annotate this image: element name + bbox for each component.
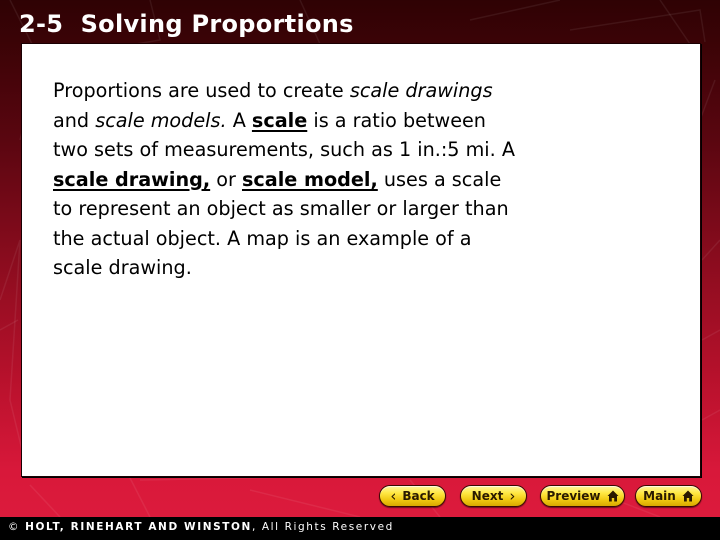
text-segment: is a ratio between xyxy=(307,108,486,132)
text-segment: two sets of measurements, such as 1 in.:… xyxy=(53,138,515,161)
text-segment: to represent an object as smaller or lar… xyxy=(53,197,509,220)
body-line: and scale models. A scale is a ratio bet… xyxy=(53,106,653,136)
italic-phrase: scale models. xyxy=(95,108,227,132)
body-line: Proportions are used to create scale dra… xyxy=(53,76,653,106)
chevron-right-icon: › xyxy=(509,486,516,505)
body-line: to represent an object as smaller or lar… xyxy=(53,194,653,224)
text-segment: A xyxy=(226,108,252,132)
body-paragraph: Proportions are used to create scale dra… xyxy=(53,76,653,283)
text-segment: scale drawing. xyxy=(53,256,192,279)
body-line: the actual object. A map is an example o… xyxy=(53,224,653,254)
text-segment: the actual object. A map is an example o… xyxy=(53,226,472,250)
body-line: scale drawing. xyxy=(53,253,653,283)
chevron-left-icon: ‹ xyxy=(390,486,397,505)
footer-bar: © HOLT, RINEHART AND WINSTON, All Rights… xyxy=(0,517,720,540)
house-icon xyxy=(607,490,618,502)
publisher-name: HOLT, RINEHART AND WINSTON xyxy=(25,521,252,533)
next-button-label: Next xyxy=(471,489,504,503)
text-segment: or xyxy=(210,167,242,191)
vocabulary-term: scale drawing, xyxy=(53,167,211,191)
main-button-label: Main xyxy=(643,489,676,503)
preview-button[interactable]: Preview xyxy=(540,485,625,507)
body-line: two sets of measurements, such as 1 in.:… xyxy=(53,135,653,165)
vocabulary-term: scale xyxy=(251,108,308,132)
vocabulary-term: scale model, xyxy=(241,167,378,191)
back-button-label: Back xyxy=(402,489,435,503)
next-button[interactable]: Next › xyxy=(460,485,527,507)
preview-button-label: Preview xyxy=(546,489,601,503)
copyright-notice: © HOLT, RINEHART AND WINSTON, All Rights… xyxy=(8,521,394,533)
house-icon xyxy=(682,490,694,502)
rights-text: , All Rights Reserved xyxy=(251,521,394,533)
text-segment: uses a scale xyxy=(377,167,502,191)
body-line: scale drawing, or scale model, uses a sc… xyxy=(53,165,653,195)
slide-title: 2-5 Solving Proportions xyxy=(19,10,354,38)
text-segment: Proportions are used to create xyxy=(53,79,350,102)
italic-phrase: scale drawings xyxy=(349,79,493,102)
copyright-symbol: © xyxy=(8,521,21,533)
main-button[interactable]: Main xyxy=(635,485,702,507)
text-segment: and xyxy=(53,108,96,132)
back-button[interactable]: ‹ Back xyxy=(379,485,446,507)
